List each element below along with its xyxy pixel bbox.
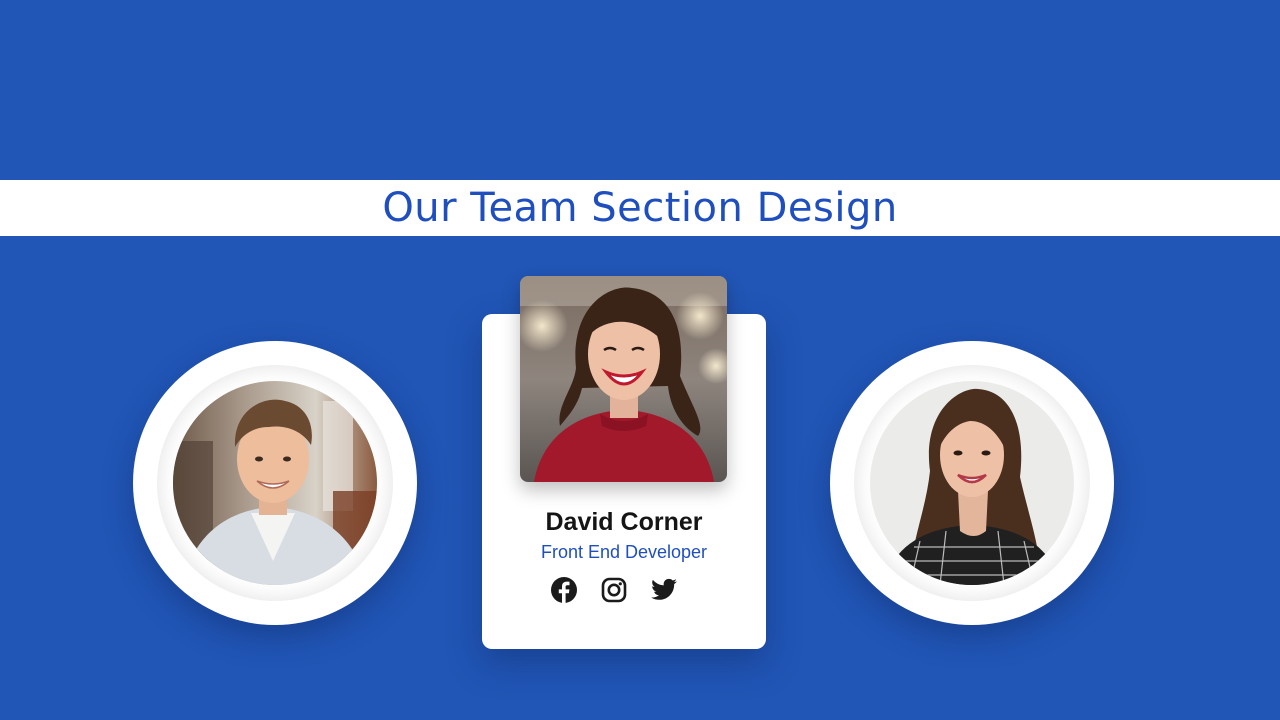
section-title: Our Team Section Design [382,185,898,231]
member-name: David Corner [545,508,703,536]
team-member-left[interactable] [133,341,417,625]
member-role: Front End Developer [540,542,708,562]
team-member-right[interactable] [830,341,1114,625]
team-section-page: Our Team Section Design David Corner Fro… [0,0,1280,720]
instagram-icon[interactable] [600,576,628,604]
featured-member-photo [520,276,727,482]
facebook-icon[interactable] [550,576,578,604]
twitter-icon[interactable] [650,576,678,604]
social-links [547,576,687,606]
avatar-man-photo [173,381,377,585]
avatar-woman-photo [870,381,1074,585]
title-band: Our Team Section Design [0,180,1280,236]
